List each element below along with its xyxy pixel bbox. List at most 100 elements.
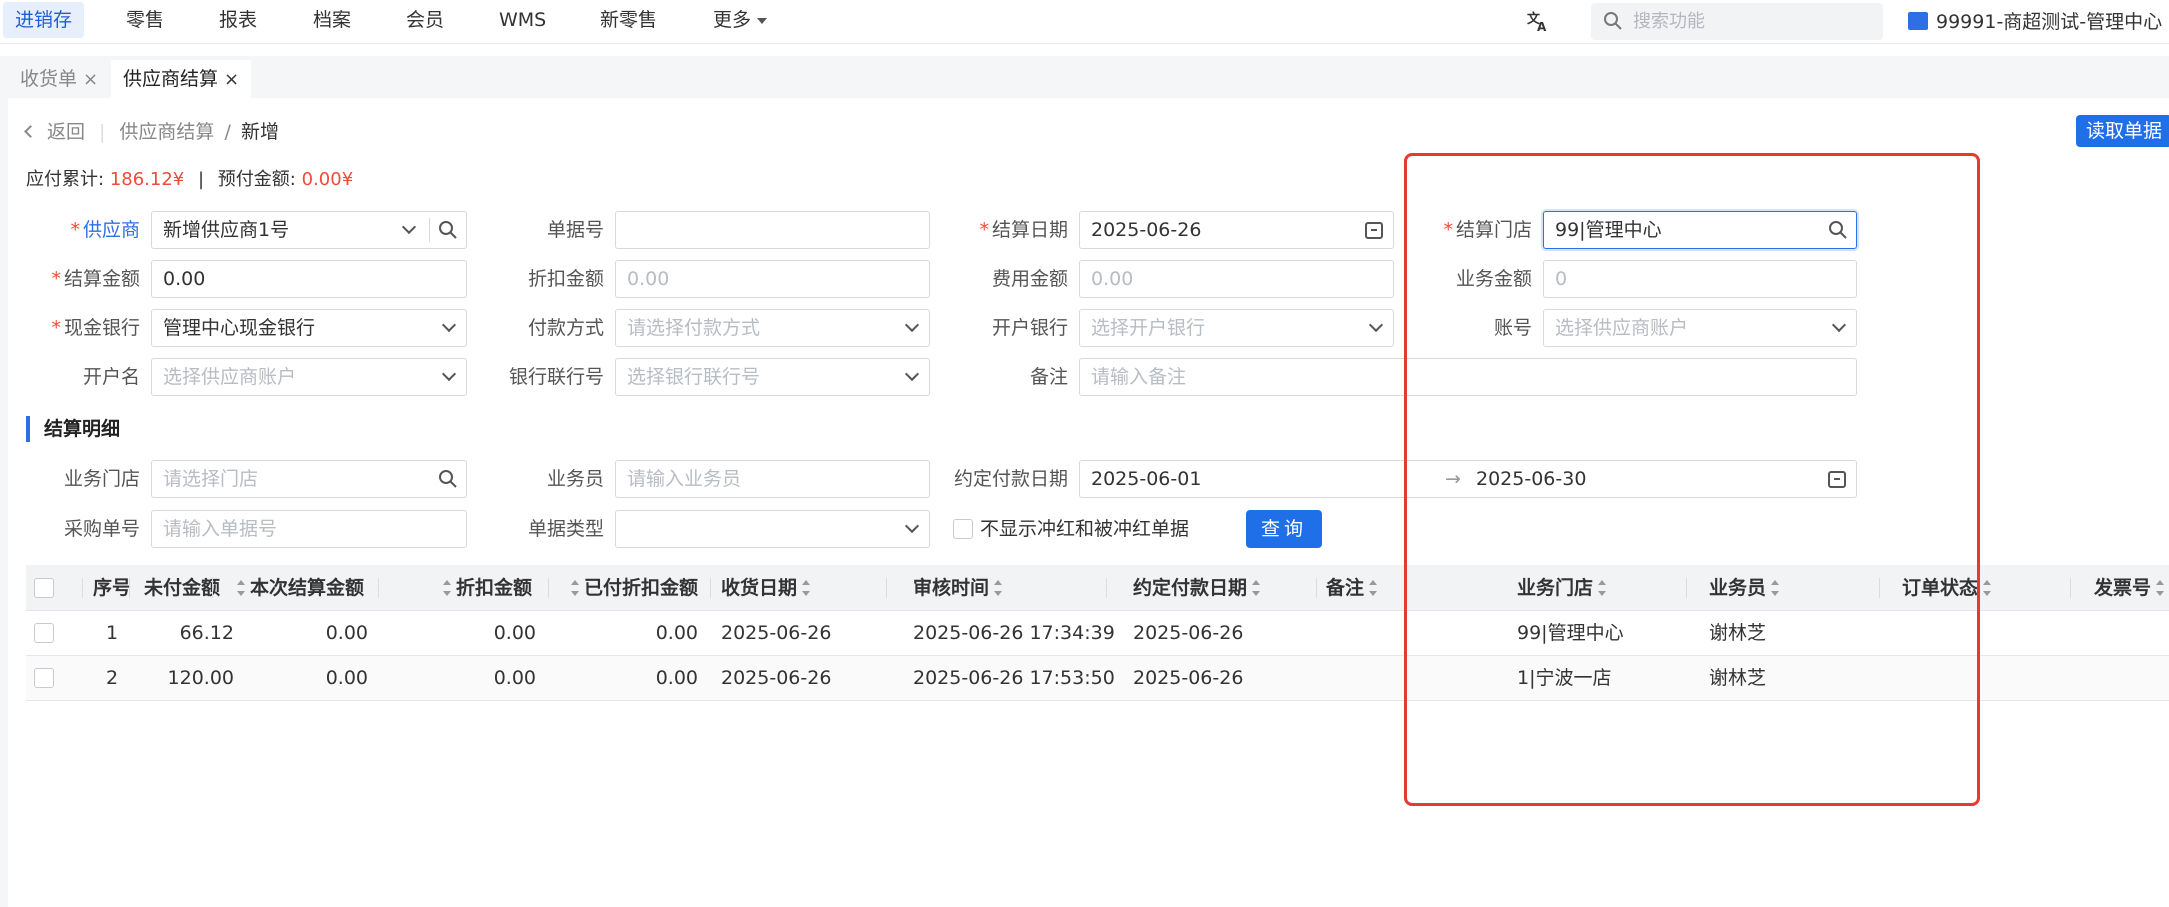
tab-label: 供应商结算 <box>123 68 219 90</box>
chevron-down-icon <box>904 366 920 382</box>
cash-bank-select[interactable]: 管理中心现金银行 <box>151 309 467 347</box>
settle-date-value: 2025-06-26 <box>1091 219 1202 241</box>
sort-icon <box>1982 580 1992 596</box>
tab-receipt[interactable]: 收货单 × <box>8 60 110 98</box>
left-strip <box>0 98 8 907</box>
summary-line: 应付累计: 186.12¥ | 预付金额: 0.00¥ <box>26 167 353 193</box>
breadcrumb: 返回 | 供应商结算 / 新增 <box>24 118 279 146</box>
calendar-icon <box>1365 222 1383 239</box>
close-icon[interactable]: × <box>83 69 98 90</box>
col-header-audit-time[interactable]: 审核时间 <box>913 565 1033 611</box>
col-header-remark[interactable]: 备注 <box>1326 565 1406 611</box>
cell-settle-amount[interactable]: 0.00 <box>236 611 368 656</box>
hide-red-checkbox[interactable] <box>953 519 973 539</box>
section-title-detail: 结算明细 <box>26 416 120 442</box>
detail-store-input[interactable]: 请选择门店 <box>151 460 467 498</box>
doc-type-label: 单据类型 <box>527 518 604 540</box>
cell-due-date: 2025-06-26 <box>1133 622 1244 644</box>
tab-supplier-settlement[interactable]: 供应商结算 × <box>111 60 252 98</box>
bank-code-select[interactable]: 选择银行联行号 <box>615 358 930 396</box>
org-label: 99991-商超测试-管理中心 <box>1936 11 2163 33</box>
col-header-unpaid[interactable]: 未付金额 <box>130 565 234 611</box>
nav-item-reports[interactable]: 报表 <box>219 0 257 40</box>
doc-no-label: 单据号 <box>546 219 604 241</box>
select-all-checkbox[interactable] <box>34 578 54 598</box>
discount-input[interactable]: 0.00 <box>615 260 930 298</box>
col-header-due-date[interactable]: 约定付款日期 <box>1133 565 1283 611</box>
breadcrumb-parent[interactable]: 供应商结算 <box>119 121 214 143</box>
function-search-input[interactable]: 搜索功能 <box>1591 3 1883 40</box>
read-document-button[interactable]: 读取单据 <box>2076 115 2169 147</box>
column-divider <box>1316 578 1317 598</box>
column-divider <box>1106 578 1107 598</box>
cell-settle-amount[interactable]: 0.00 <box>236 656 368 701</box>
purchase-no-label: 采购单号 <box>63 518 140 540</box>
cell-discount[interactable]: 0.00 <box>442 611 536 656</box>
chevron-down-icon <box>904 317 920 333</box>
sort-icon <box>442 580 452 596</box>
col-header-settle-amount[interactable]: 本次结算金额 <box>236 565 396 611</box>
col-header-invoice[interactable]: 发票号 <box>2094 565 2169 611</box>
search-icon[interactable] <box>438 220 458 240</box>
tab-bar: 收货单 × 供应商结算 × <box>0 56 2169 98</box>
supplier-select[interactable]: 新增供应商1号 <box>151 211 467 249</box>
column-divider <box>548 578 549 598</box>
col-header-paid-discount[interactable]: 已付折扣金额 <box>570 565 730 611</box>
svg-text:A: A <box>1537 20 1547 33</box>
col-header-discount[interactable]: 折扣金额 <box>442 565 562 611</box>
search-icon[interactable] <box>438 469 458 489</box>
nav-item-archive[interactable]: 档案 <box>313 0 351 40</box>
search-placeholder: 搜索功能 <box>1633 11 1705 32</box>
fee-input[interactable]: 0.00 <box>1079 260 1394 298</box>
supplier-label: * 供应商 <box>70 219 140 241</box>
back-link[interactable]: 返回 <box>24 121 85 143</box>
prepaid-value: 0.00¥ <box>301 169 354 190</box>
nav-item-more[interactable]: 更多 <box>713 0 767 40</box>
col-header-recv-date[interactable]: 收货日期 <box>721 565 841 611</box>
settle-amount-input[interactable]: 0.00 <box>151 260 467 298</box>
top-nav: 进销存 零售 报表 档案 会员 WMS 新零售 更多 文A 搜索功能 99991… <box>0 0 2169 44</box>
remark-label: 备注 <box>1029 366 1068 388</box>
purchase-no-input[interactable]: 请输入单据号 <box>151 510 467 548</box>
sort-icon <box>993 580 1003 596</box>
bank-code-label: 银行联行号 <box>508 366 604 388</box>
row-checkbox[interactable] <box>34 623 54 643</box>
doc-type-select[interactable] <box>615 510 930 548</box>
chevron-down-icon <box>904 518 920 534</box>
nav-item-wms[interactable]: WMS <box>499 0 546 40</box>
close-icon[interactable]: × <box>224 69 239 90</box>
settle-date-picker[interactable]: 2025-06-26 <box>1079 211 1394 249</box>
nav-item-retail[interactable]: 零售 <box>126 0 164 40</box>
sort-icon <box>570 580 580 596</box>
cell-audit-time: 2025-06-26 17:53:50 <box>913 667 1115 689</box>
chevron-down-icon <box>441 366 457 382</box>
due-date-from[interactable]: 2025-06-01 <box>1091 468 1201 490</box>
org-switcher[interactable]: 99991-商超测试-管理中心 <box>1908 0 2162 44</box>
discount-label: 折扣金额 <box>527 268 604 290</box>
account-name-select[interactable]: 选择供应商账户 <box>151 358 467 396</box>
cash-bank-value: 管理中心现金银行 <box>163 317 316 339</box>
pay-method-select[interactable]: 请选择付款方式 <box>615 309 930 347</box>
building-icon <box>1908 12 1928 30</box>
query-button[interactable]: 查询 <box>1246 510 1322 548</box>
fee-placeholder: 0.00 <box>1091 268 1134 290</box>
nav-item-new-retail[interactable]: 新零售 <box>600 0 657 40</box>
search-icon <box>1604 12 1622 30</box>
due-date-label: 约定付款日期 <box>953 468 1068 490</box>
account-name-label: 开户名 <box>82 366 140 388</box>
doc-no-input[interactable] <box>615 211 930 249</box>
column-divider <box>710 578 711 598</box>
nav-item-inventory[interactable]: 进销存 <box>3 2 85 38</box>
chevron-down-icon <box>441 317 457 333</box>
nav-item-member[interactable]: 会员 <box>406 0 444 40</box>
cell-discount[interactable]: 0.00 <box>442 656 536 701</box>
chevron-down-icon <box>401 219 417 235</box>
open-bank-select[interactable]: 选择开户银行 <box>1079 309 1394 347</box>
fee-label: 费用金额 <box>991 268 1068 290</box>
translate-icon[interactable]: 文A <box>1526 9 1550 34</box>
column-divider <box>378 578 379 598</box>
row-checkbox[interactable] <box>34 668 54 688</box>
clerk-input[interactable]: 请输入业务员 <box>615 460 930 498</box>
sort-icon <box>1368 580 1378 596</box>
sort-icon <box>801 580 811 596</box>
